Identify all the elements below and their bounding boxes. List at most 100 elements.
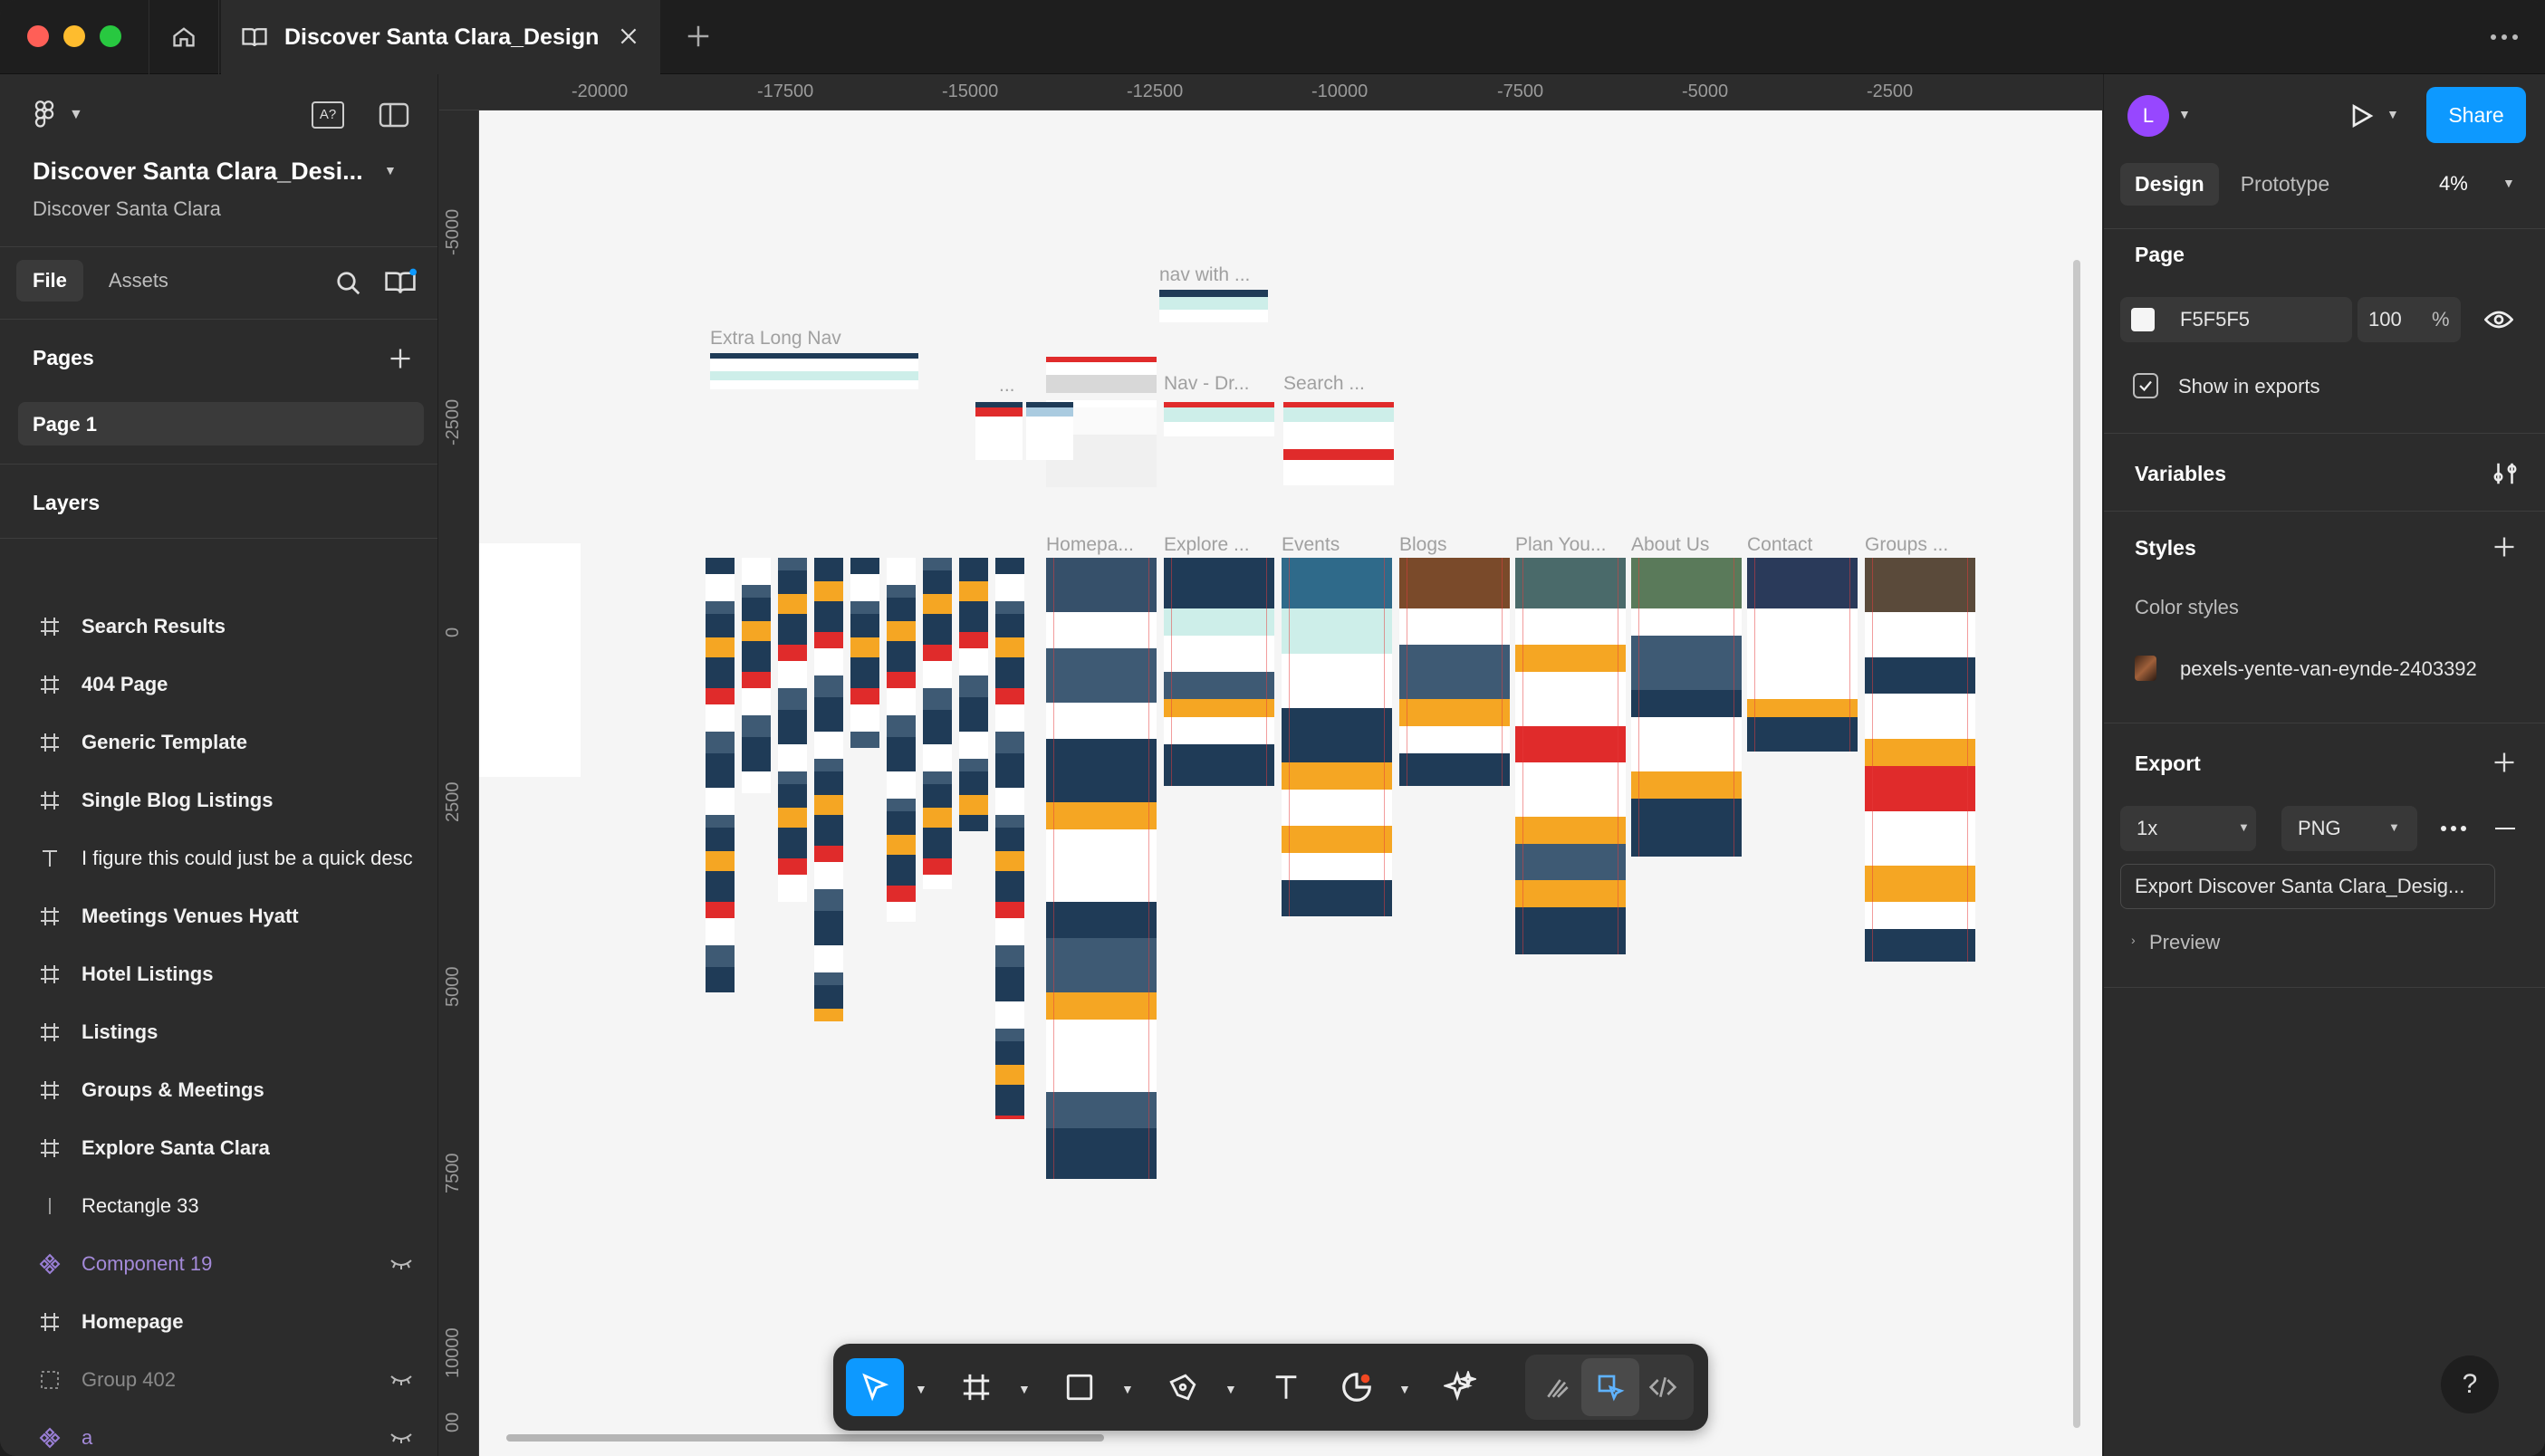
design-frame-mobile-9[interactable] — [995, 558, 1024, 1119]
document-tab[interactable]: Discover Santa Clara_Design Doc — [221, 0, 660, 74]
design-frame-explore[interactable] — [1164, 558, 1274, 786]
present-play-icon[interactable] — [2347, 101, 2376, 130]
avatar[interactable]: L — [2127, 95, 2169, 137]
layer-item[interactable]: a — [0, 1409, 437, 1456]
chevron-right-icon[interactable]: › — [2131, 933, 2136, 947]
file-menu-chevron-icon[interactable]: ▼ — [384, 163, 397, 177]
frame-label-events[interactable]: Events — [1282, 534, 1340, 556]
layer-item[interactable]: Search Results — [0, 598, 437, 656]
design-frame-mobile-6[interactable] — [887, 558, 916, 922]
zoom-level[interactable]: 4% — [2439, 172, 2468, 196]
search-icon[interactable] — [335, 270, 362, 297]
frame-label-nav-with[interactable]: nav with ... — [1159, 264, 1250, 286]
layer-item[interactable]: Rectangle 33 — [0, 1177, 437, 1235]
design-frame-groups[interactable] — [1865, 558, 1975, 962]
chevron-down-icon[interactable]: ▼ — [2502, 176, 2515, 190]
library-icon[interactable] — [384, 268, 417, 297]
more-menu-icon[interactable] — [2491, 34, 2518, 40]
share-button[interactable]: Share — [2426, 87, 2526, 143]
page-color-swatch[interactable] — [2131, 308, 2155, 331]
layer-item[interactable]: Hotel Listings — [0, 945, 437, 1003]
toggle-sidebar-icon[interactable] — [379, 101, 409, 129]
canvas-stage[interactable]: Extra Long Nav nav with ... Nav - Dr... … — [479, 110, 2102, 1456]
vertical-scrollbar[interactable] — [2073, 260, 2080, 1428]
design-frame-mobile-7[interactable] — [923, 558, 952, 889]
layer-item[interactable]: Single Blog Listings — [0, 771, 437, 829]
tab-assets[interactable]: Assets — [92, 260, 185, 302]
export-preview-toggle[interactable]: Preview — [2149, 931, 2220, 954]
help-button[interactable]: ? — [2441, 1355, 2499, 1413]
page-color-hex[interactable]: F5F5F5 — [2180, 308, 2250, 331]
chevron-down-icon[interactable]: ▼ — [1121, 1382, 1134, 1396]
frame-label-search[interactable]: Search ... — [1283, 373, 1365, 395]
tab-prototype[interactable]: Prototype — [2226, 163, 2344, 206]
color-style-item[interactable]: pexels-yente-van-eynde-2403392 — [2180, 657, 2477, 681]
frame-label-extra-long-nav[interactable]: Extra Long Nav — [710, 328, 841, 350]
minimize-window-button[interactable] — [63, 25, 85, 47]
frame-label-blogs[interactable]: Blogs — [1399, 534, 1447, 556]
text-tool-button[interactable] — [1257, 1358, 1315, 1416]
shape-tool-button[interactable] — [1051, 1358, 1109, 1416]
close-window-button[interactable] — [27, 25, 49, 47]
variables-settings-icon[interactable] — [2492, 460, 2519, 487]
hidden-eye-icon[interactable] — [389, 1371, 413, 1394]
layer-item[interactable]: Component 19 — [0, 1235, 437, 1293]
design-frame-nav[interactable] — [1046, 357, 1157, 393]
add-export-icon[interactable] — [2492, 750, 2517, 775]
pen-tool-button[interactable] — [1154, 1358, 1212, 1416]
frame-tool-button[interactable] — [947, 1358, 1005, 1416]
frame-label-contact[interactable]: Contact — [1747, 534, 1812, 556]
design-frame-outline[interactable] — [479, 543, 581, 777]
tab-file[interactable]: File — [16, 260, 83, 302]
main-menu-button[interactable]: ▼ — [33, 100, 83, 135]
page-opacity[interactable]: 100 — [2368, 308, 2402, 331]
chevron-down-icon[interactable]: ▼ — [2178, 107, 2191, 121]
design-frame-homepage[interactable] — [1046, 558, 1157, 1179]
design-frame-about-us[interactable] — [1631, 558, 1742, 857]
new-tab-icon[interactable] — [685, 23, 712, 50]
move-tool-button[interactable] — [846, 1358, 904, 1416]
ai-assist-button[interactable]: A? — [312, 101, 344, 129]
layer-item[interactable]: Explore Santa Clara — [0, 1119, 437, 1177]
layer-item[interactable]: Group 402 — [0, 1351, 437, 1409]
design-frame-mobile-2[interactable] — [742, 558, 771, 793]
frame-label-explore[interactable]: Explore ... — [1164, 534, 1250, 556]
chevron-down-icon[interactable]: ▼ — [2387, 107, 2399, 121]
design-frame-plan-your-visit[interactable] — [1515, 558, 1626, 954]
maximize-window-button[interactable] — [100, 25, 121, 47]
actions-button[interactable] — [1431, 1358, 1489, 1416]
design-frame-contact[interactable] — [1747, 558, 1858, 752]
tab-design[interactable]: Design — [2120, 163, 2219, 206]
show-in-exports-checkbox[interactable] — [2133, 373, 2158, 398]
comment-tool-button[interactable] — [1328, 1358, 1386, 1416]
design-frame-events[interactable] — [1282, 558, 1392, 916]
chevron-down-icon[interactable]: ▼ — [1018, 1382, 1031, 1396]
layer-item[interactable]: Meetings Venues Hyatt — [0, 887, 437, 945]
hidden-eye-icon[interactable] — [389, 1255, 413, 1279]
horizontal-scrollbar[interactable] — [506, 1434, 1104, 1442]
remove-export-icon[interactable] — [2495, 828, 2515, 829]
design-mode-button[interactable] — [1581, 1358, 1639, 1416]
design-frame-mobile-5[interactable] — [850, 558, 879, 748]
add-style-icon[interactable] — [2492, 534, 2517, 560]
layer-item[interactable]: 404 Page — [0, 656, 437, 714]
design-frame-mobile-4[interactable] — [814, 558, 843, 1021]
close-tab-icon[interactable] — [617, 24, 640, 48]
dev-mode-button[interactable] — [1634, 1358, 1692, 1416]
show-in-exports-label[interactable]: Show in exports — [2178, 375, 2320, 398]
design-frame-mobile-8[interactable] — [959, 558, 988, 831]
design-frame-mobile-nav[interactable] — [975, 402, 1023, 460]
export-more-icon[interactable] — [2441, 826, 2466, 831]
chevron-down-icon[interactable]: ▼ — [915, 1382, 927, 1396]
chevron-down-icon[interactable]: ▼ — [1398, 1382, 1411, 1396]
design-frame-mobile-nav-2[interactable] — [1026, 402, 1073, 460]
layer-item[interactable]: Listings — [0, 1003, 437, 1061]
frame-label-plan-you[interactable]: Plan You... — [1515, 534, 1606, 556]
draw-mode-button[interactable] — [1529, 1358, 1587, 1416]
project-name[interactable]: Discover Santa Clara — [33, 197, 221, 221]
frame-label-about-us[interactable]: About Us — [1631, 534, 1709, 556]
hidden-eye-icon[interactable] — [389, 1429, 413, 1452]
design-frame-search[interactable] — [1283, 402, 1394, 485]
layer-item[interactable]: Generic Template — [0, 714, 437, 771]
frame-label-homepage[interactable]: Homepa... — [1046, 534, 1134, 556]
